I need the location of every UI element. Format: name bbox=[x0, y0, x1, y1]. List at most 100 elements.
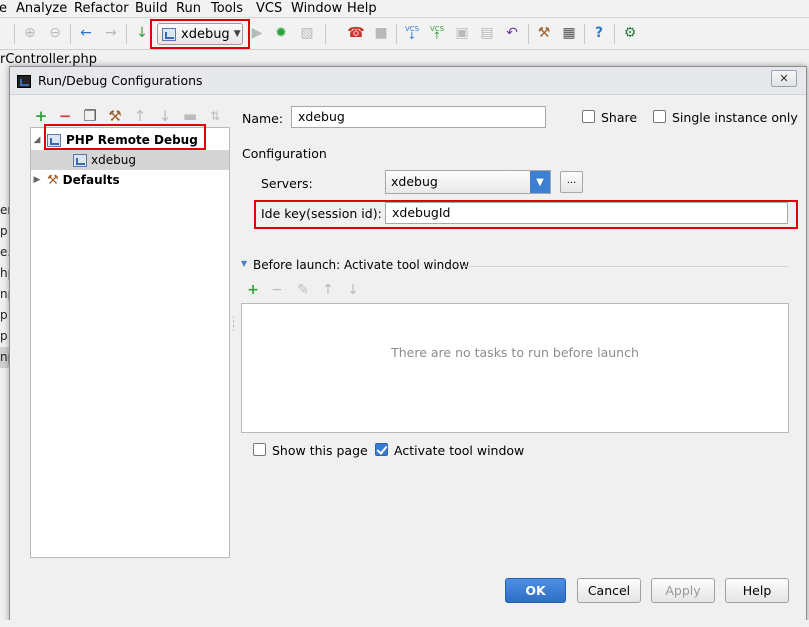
before-launch-title[interactable]: Before launch: Activate tool window bbox=[253, 258, 469, 272]
configuration-tree: ◢ PHP Remote Debug xdebug ▶ ⚒ Defaults bbox=[30, 127, 230, 558]
run-config-label: xdebug bbox=[181, 26, 230, 42]
single-instance-label: Single instance only bbox=[672, 110, 798, 125]
settings-wrench-icon[interactable]: ⚒ bbox=[535, 24, 553, 42]
php-debug-config-icon bbox=[73, 153, 87, 167]
forward-arrow-icon[interactable]: → bbox=[102, 24, 120, 42]
add-icon[interactable]: + bbox=[32, 107, 50, 125]
empty-tasks-message: There are no tasks to run before launch bbox=[391, 345, 639, 360]
php-debug-config-icon bbox=[162, 27, 176, 41]
move-up-icon[interactable]: ↑ bbox=[131, 107, 149, 125]
move-up-icon[interactable]: ↑ bbox=[320, 282, 336, 298]
single-instance-checkbox[interactable] bbox=[653, 110, 666, 123]
add-task-icon[interactable]: + bbox=[245, 282, 261, 298]
servers-value: xdebug bbox=[391, 174, 438, 189]
menu-window[interactable]: Window bbox=[291, 0, 342, 18]
ide-key-input[interactable]: xdebugId bbox=[385, 202, 788, 224]
toolbar-separator bbox=[528, 24, 529, 44]
menu-build[interactable]: Build bbox=[135, 0, 168, 18]
name-label: Name: bbox=[242, 111, 284, 126]
toolbar-separator bbox=[614, 24, 615, 44]
tree-item-label: xdebug bbox=[91, 153, 136, 167]
servers-more-button[interactable]: ... bbox=[560, 171, 583, 193]
main-toolbar: ⊕ ⊖ ← → ↓ ▶ ✹ ▧ ☎ ■ VCS ↓ VCS ↑ ▣ ▤ ↶ ⚒ ▦ … bbox=[0, 18, 809, 50]
chevron-down-icon[interactable]: ▼ bbox=[530, 171, 550, 193]
toolbar-separator bbox=[325, 24, 326, 44]
menu-analyze[interactable]: Analyze bbox=[16, 0, 67, 18]
chevron-down-icon[interactable]: ◢ bbox=[31, 135, 43, 145]
menu-tail: e bbox=[0, 1, 7, 16]
vcs-update-icon[interactable]: VCS ↓ bbox=[403, 24, 421, 42]
intellij-app-icon bbox=[17, 75, 31, 88]
build-icon[interactable]: ↓ bbox=[133, 24, 151, 42]
edit-task-icon[interactable]: ✎ bbox=[295, 282, 311, 298]
apply-button[interactable]: Apply bbox=[651, 578, 715, 603]
tree-item-label: PHP Remote Debug bbox=[66, 133, 198, 147]
toolbar-separator bbox=[584, 24, 585, 44]
vcs-commit-icon[interactable]: VCS ↑ bbox=[428, 24, 446, 42]
menu-tools[interactable]: Tools bbox=[211, 0, 243, 18]
sort-icon[interactable]: ⇅ bbox=[206, 107, 224, 125]
lock-icon[interactable]: ▣ bbox=[453, 24, 471, 42]
run-icon[interactable]: ▶ bbox=[248, 24, 266, 42]
history-icon[interactable]: ▤ bbox=[478, 24, 496, 42]
show-this-page-label: Show this page bbox=[272, 443, 368, 458]
toolbar-separator bbox=[126, 24, 127, 44]
plugin-icon[interactable]: ⚙ bbox=[621, 24, 639, 42]
menu-refactor[interactable]: Refactor bbox=[74, 0, 129, 18]
remove-task-icon[interactable]: − bbox=[269, 282, 285, 298]
activate-tool-window-checkbox[interactable] bbox=[375, 443, 388, 456]
menu-run[interactable]: Run bbox=[176, 0, 201, 18]
configuration-section-title: Configuration bbox=[242, 146, 327, 161]
debug-bug-icon[interactable]: ✹ bbox=[272, 24, 290, 42]
chevron-down-icon[interactable]: ▼ bbox=[241, 259, 247, 268]
section-divider bbox=[462, 266, 788, 267]
status-strip bbox=[0, 620, 809, 627]
ok-button[interactable]: OK bbox=[505, 578, 566, 603]
activate-tool-window-label: Activate tool window bbox=[394, 443, 525, 458]
tree-item-label: Defaults bbox=[62, 173, 120, 187]
copy-icon[interactable]: ❐ bbox=[81, 107, 99, 125]
move-down-icon[interactable]: ↓ bbox=[156, 107, 174, 125]
servers-dropdown[interactable]: xdebug ▼ bbox=[385, 170, 551, 194]
remove-icon[interactable]: − bbox=[56, 107, 74, 125]
toolbar-separator bbox=[14, 24, 15, 44]
php-remote-debug-icon bbox=[47, 133, 61, 147]
tree-item-xdebug[interactable]: xdebug bbox=[31, 150, 229, 170]
tree-item-defaults[interactable]: ▶ ⚒ Defaults bbox=[31, 170, 229, 190]
wrench-icon: ⚒ bbox=[47, 172, 59, 188]
show-this-page-checkbox[interactable] bbox=[253, 443, 266, 456]
close-button[interactable]: ✕ bbox=[771, 70, 797, 87]
name-input[interactable]: xdebug bbox=[291, 106, 546, 128]
chevron-down-icon: ▼ bbox=[233, 29, 241, 39]
help-button[interactable]: Help bbox=[725, 578, 789, 603]
splitter-handle[interactable]: ::: bbox=[232, 315, 238, 337]
dialog-title: Run/Debug Configurations bbox=[38, 73, 203, 88]
help-icon[interactable]: ? bbox=[590, 24, 608, 42]
move-down-icon[interactable]: ↓ bbox=[345, 282, 361, 298]
tree-toolbar: + − ❐ ⚒ ↑ ↓ ▬ ⇅ bbox=[30, 105, 230, 127]
zoom-in-icon[interactable]: ⊕ bbox=[21, 24, 39, 42]
cancel-button[interactable]: Cancel bbox=[577, 578, 641, 603]
share-checkbox[interactable] bbox=[582, 110, 595, 123]
listen-debug-icon[interactable]: ☎ bbox=[347, 24, 365, 42]
dialog-title-bar: Run/Debug Configurations ✕ bbox=[10, 67, 806, 95]
menu-help[interactable]: Help bbox=[347, 0, 377, 18]
toolbar-separator bbox=[70, 24, 71, 44]
servers-label: Servers: bbox=[261, 176, 313, 191]
toolbar-separator bbox=[396, 24, 397, 44]
run-config-selector[interactable]: xdebug ▼ bbox=[157, 23, 243, 45]
zoom-out-icon[interactable]: ⊖ bbox=[46, 24, 64, 42]
back-arrow-icon[interactable]: ← bbox=[77, 24, 95, 42]
chevron-right-icon[interactable]: ▶ bbox=[31, 175, 43, 185]
coverage-icon[interactable]: ▧ bbox=[298, 24, 316, 42]
stop-icon[interactable]: ■ bbox=[372, 24, 390, 42]
tree-item-php-remote-debug[interactable]: ◢ PHP Remote Debug bbox=[31, 130, 229, 150]
edit-defaults-icon[interactable]: ⚒ bbox=[106, 107, 124, 125]
revert-icon[interactable]: ↶ bbox=[503, 24, 521, 42]
ide-key-label: Ide key(session id): bbox=[261, 206, 382, 221]
folder-icon[interactable]: ▬ bbox=[181, 107, 199, 125]
menu-vcs[interactable]: VCS bbox=[256, 0, 282, 18]
project-structure-icon[interactable]: ▦ bbox=[560, 24, 578, 42]
before-launch-tasks-list[interactable]: There are no tasks to run before launch bbox=[241, 303, 789, 433]
close-icon: ✕ bbox=[779, 72, 789, 85]
